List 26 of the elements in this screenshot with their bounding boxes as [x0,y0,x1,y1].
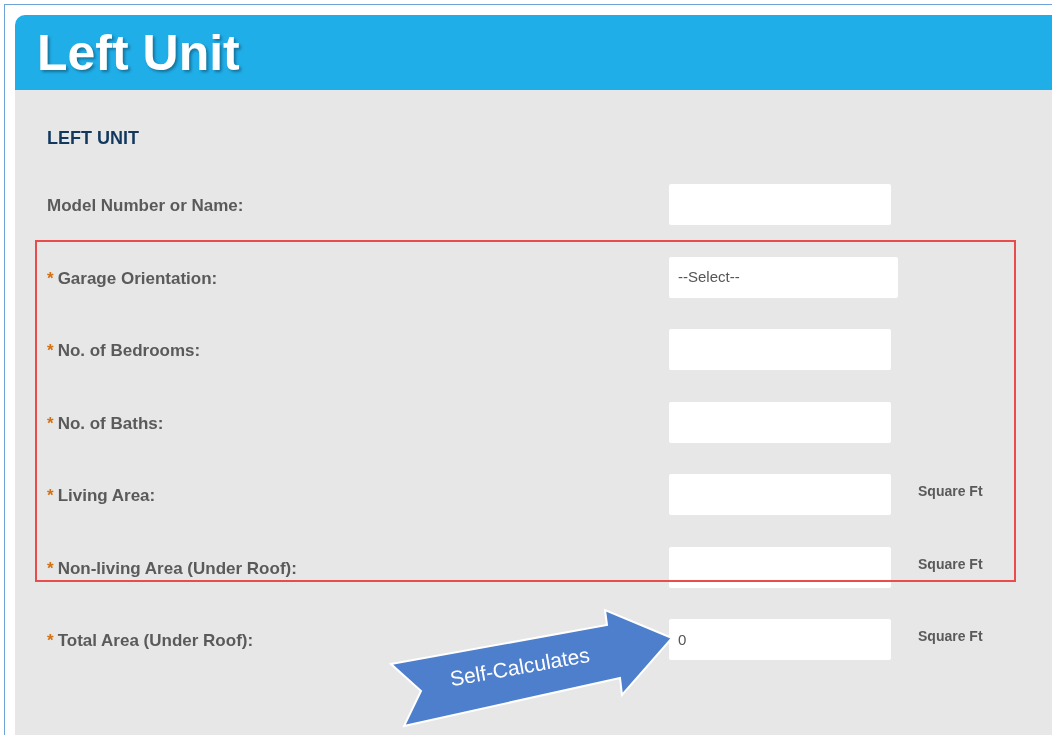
callout-label: Self-Calculates [448,642,592,691]
section-heading: LEFT UNIT [47,127,140,145]
field-label: Living Area: [57,485,156,507]
required-mark: * [47,267,54,290]
input-field[interactable] [669,184,891,225]
input-field[interactable] [669,401,891,443]
page-title: Left Unit [37,27,240,78]
field-label: Total Area (Under Roof): [57,630,254,652]
dropdown[interactable]: --Select-- [669,256,898,298]
input-field[interactable]: 0 [669,619,891,660]
field-label: Model Number or Name: [47,195,244,217]
required-mark: * [47,412,54,435]
field-label: No. of Bedrooms: [57,340,201,362]
unit-label: Square Ft [918,482,983,501]
field-label: Non-living Area (Under Roof): [57,557,297,580]
required-mark: * [47,340,54,362]
field-label: Garage Orientation: [57,267,218,290]
input-field[interactable] [669,329,891,370]
required-mark: * [47,485,54,507]
unit-label: Square Ft [918,627,983,646]
unit-label: Square Ft [918,554,983,574]
field-label: No. of Baths: [57,412,164,435]
required-mark: * [47,557,54,580]
required-mark: * [47,630,54,652]
input-field[interactable] [669,546,891,588]
input-field[interactable] [669,474,891,515]
